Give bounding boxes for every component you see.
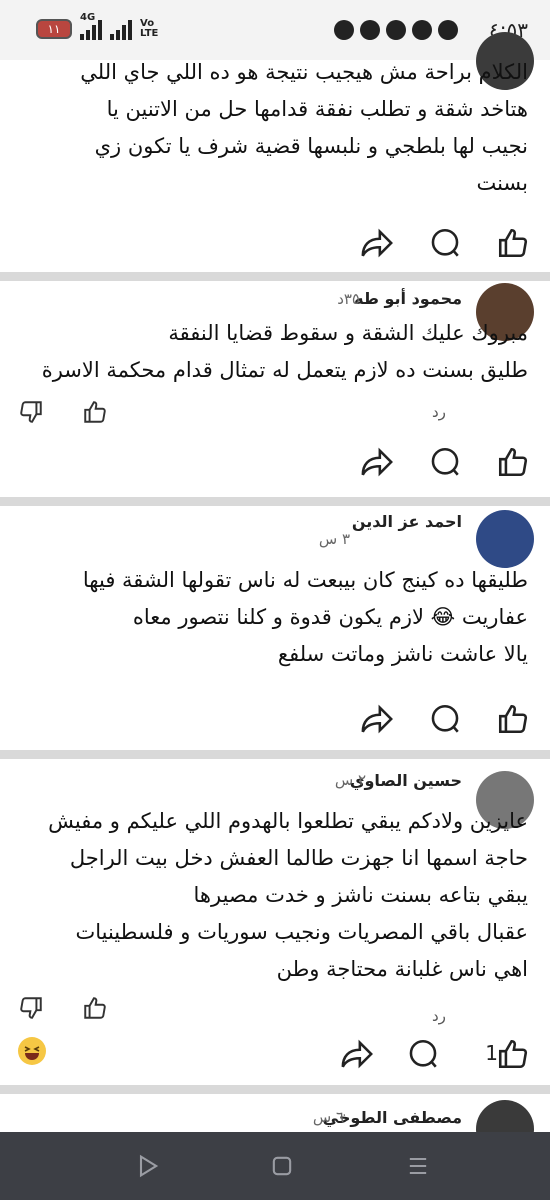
thumbs-down-icon[interactable] [18,995,44,1021]
comment-icon[interactable] [406,1037,440,1071]
comment-author[interactable]: حسين الصاوي [350,771,462,790]
like-icon[interactable] [496,445,530,479]
divider [0,750,550,759]
like-icon[interactable] [496,1037,530,1071]
back-icon[interactable] [134,1152,162,1180]
share-icon[interactable] [360,226,394,260]
notification-icon [334,20,354,40]
comment-card: حسين الصاوي ٢ س عايزين ولادكم يبقي تطلعو… [0,759,550,1085]
comment-time: ٢ س [334,771,366,789]
comment-time: ٣ س [318,530,350,548]
comment-time: ٣٥د [337,290,360,308]
share-icon[interactable] [340,1037,374,1071]
comment-text: مبروك عليك الشقة و سقوط قضايا النفقة طلي… [41,321,528,382]
notification-icon [438,20,458,40]
comment-card: الكلام براحة مش هيجيب نتيجة هو ده اللي ج… [0,32,550,272]
signal-icon: 4G [80,12,102,40]
battery-icon: ١١ [36,19,72,39]
signal-icon-2 [110,18,132,40]
thumbs-up-icon[interactable] [82,995,108,1021]
divider [0,272,550,281]
avatar[interactable] [476,510,534,568]
notification-icon [386,20,406,40]
thumbs-up-icon[interactable] [82,399,108,425]
divider [0,1085,550,1094]
menu-icon[interactable] [404,1152,432,1180]
thumbs-down-icon[interactable] [18,399,44,425]
comment-icon[interactable] [428,702,462,736]
system-nav-bar [0,1132,550,1200]
status-left: ١١ 4G Vo LTE [36,12,166,40]
comment-card: مصطفى الطوخي ٦ س [0,1094,550,1132]
comment-icon[interactable] [428,226,462,260]
comment-card: محمود أبو طه ٣٥د مبروك عليك الشقة و سقوط… [0,281,550,497]
notification-icons [334,20,458,40]
like-icon[interactable] [496,226,530,260]
share-icon[interactable] [360,445,394,479]
divider [0,497,550,506]
comment-text: عايزين ولادكم يبقي تطلعوا بالهدوم اللي ع… [48,809,528,981]
reply-link[interactable]: رد [432,1007,446,1025]
network-4g-label: 4G [80,12,96,23]
status-bar: ١١ 4G Vo LTE ٤:٥٣ [0,0,550,60]
comment-author[interactable]: محمود أبو طه [354,289,462,308]
comment-text: الكلام براحة مش هيجيب نتيجة هو ده اللي ج… [80,60,528,195]
comment-text: طليقها ده كينج كان بيبعت له ناس تقولها ا… [82,568,528,666]
notification-icon [360,20,380,40]
comment-time: ٦ س [312,1108,344,1126]
volte-label: Vo LTE [140,18,159,39]
share-icon[interactable] [360,702,394,736]
avatar[interactable] [476,1100,534,1132]
laughing-emoji-icon[interactable] [18,1037,46,1065]
like-icon[interactable] [496,702,530,736]
comment-author[interactable]: احمد عز الدين [352,512,462,531]
comment-card: احمد عز الدين ٣ س طليقها ده كينج كان بيب… [0,506,550,750]
home-icon[interactable] [268,1152,296,1180]
notification-icon [412,20,432,40]
comment-icon[interactable] [428,445,462,479]
reply-link[interactable]: رد [432,403,446,421]
